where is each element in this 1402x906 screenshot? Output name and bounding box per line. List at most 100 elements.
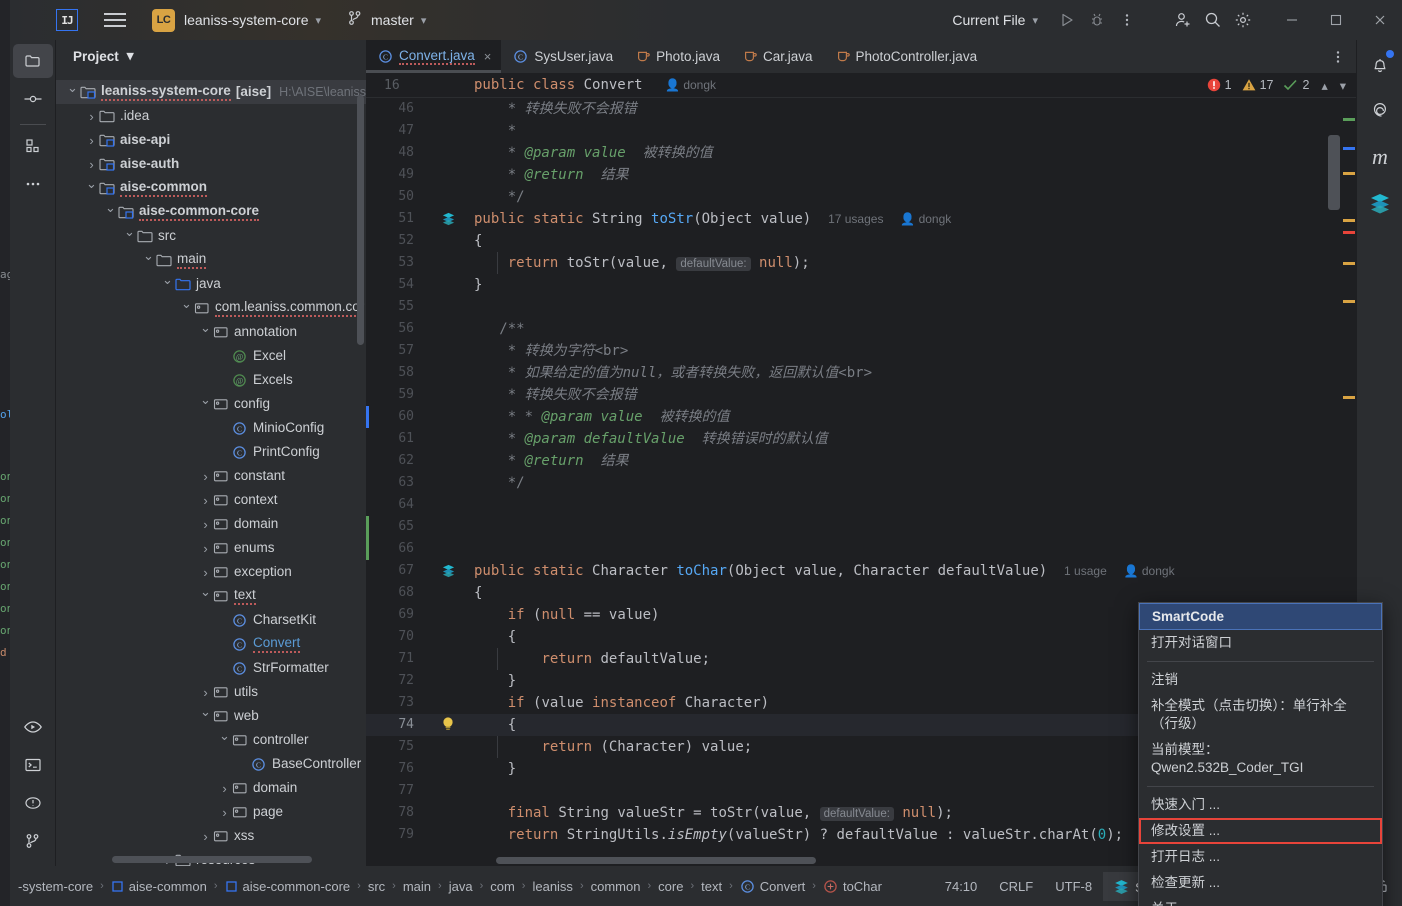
popup-menu-item-3[interactable]: 当前模型：Qwen2.532B_Coder_TGI bbox=[1139, 737, 1382, 781]
chevron-down-icon[interactable]: ▾ bbox=[1340, 78, 1346, 93]
project-tree-scrollbar[interactable] bbox=[357, 95, 364, 345]
tree-expander-31[interactable]: › bbox=[199, 829, 212, 844]
breadcrumb-item-aise-common[interactable]: aise-common bbox=[111, 879, 207, 894]
intention-bulb-icon[interactable] bbox=[441, 716, 455, 736]
tree-node-.idea[interactable]: › .idea bbox=[56, 104, 366, 128]
tree-node-charsetkit[interactable]: C CharsetKit bbox=[56, 608, 366, 632]
tree-node-web[interactable]: ⌄ web bbox=[56, 704, 366, 728]
chevron-down-icon[interactable]: ▾ bbox=[127, 48, 134, 64]
popup-menu-item-2[interactable]: 补全模式（点击切换）：单行补全（行级） bbox=[1139, 693, 1382, 737]
breadcrumb-item-main[interactable]: main bbox=[403, 879, 431, 894]
popup-item-list[interactable]: 打开对话窗口 注销 补全模式（点击切换）：单行补全（行级） 当前模型：Qwen2.53… bbox=[1139, 630, 1382, 906]
tree-expander-13[interactable]: ⌄ bbox=[199, 392, 212, 408]
project-tree[interactable]: ⌄ leaniss-system-core [aise] H:\AISE\leanis… bbox=[56, 80, 366, 866]
breadcrumb-item-text[interactable]: text bbox=[701, 879, 722, 894]
breadcrumb[interactable]: -system-core › aise-common › aise-common-cor… bbox=[10, 879, 882, 894]
vcs-branch-widget[interactable]: master ▾ bbox=[347, 10, 426, 31]
stripe-mark-2[interactable] bbox=[1343, 172, 1355, 175]
code-line-46[interactable]: 46 * 转换失败不会报错 bbox=[366, 98, 1356, 120]
code-line-51[interactable]: 51 public static String toStr(Object valu… bbox=[366, 208, 1356, 230]
tree-node-config[interactable]: ⌄ config bbox=[56, 392, 366, 416]
editor-scrollbar-thumb[interactable] bbox=[1328, 135, 1340, 210]
tree-expander-1[interactable]: › bbox=[85, 109, 98, 124]
tree-node-page[interactable]: › page bbox=[56, 800, 366, 824]
chevron-down-icon[interactable]: ▾ bbox=[1032, 14, 1038, 27]
code-line-58[interactable]: 58 * 如果给定的值为null，或者转换失败，返回默认值<br> bbox=[366, 362, 1356, 384]
tree-node-annotation[interactable]: ⌄ annotation bbox=[56, 320, 366, 344]
popup-menu-item-5[interactable]: 修改设置 ... bbox=[1139, 818, 1382, 844]
code-line-62[interactable]: 62 * @return 结果 bbox=[366, 450, 1356, 472]
tab-options-button[interactable] bbox=[1330, 40, 1356, 73]
code-line-68[interactable]: 68 { bbox=[366, 582, 1356, 604]
code-line-66[interactable]: 66 bbox=[366, 538, 1356, 560]
tree-node-excel[interactable]: @ Excel bbox=[56, 344, 366, 368]
tree-expander-20[interactable]: › bbox=[199, 565, 212, 580]
tree-expander-30[interactable]: › bbox=[218, 805, 231, 820]
bell-icon[interactable] bbox=[1360, 45, 1400, 85]
tab-photocontroller-java[interactable]: PhotoController.java bbox=[823, 40, 988, 73]
search-icon[interactable] bbox=[1198, 5, 1228, 35]
sidebar-item-more[interactable] bbox=[13, 167, 53, 201]
project-tree-hscrollbar[interactable] bbox=[112, 856, 312, 863]
caret-position[interactable]: 74:10 bbox=[934, 879, 989, 894]
smartcode-layers-icon[interactable] bbox=[1360, 183, 1400, 223]
tree-node-excels[interactable]: @ Excels bbox=[56, 368, 366, 392]
tree-node-xss[interactable]: › xss bbox=[56, 824, 366, 848]
chevron-up-icon[interactable]: ▴ bbox=[1321, 78, 1327, 93]
breadcrumb-item-core[interactable]: core bbox=[658, 879, 683, 894]
minimize-icon[interactable] bbox=[1270, 0, 1314, 40]
tab-car-java[interactable]: Car.java bbox=[730, 40, 823, 73]
tree-expander-25[interactable]: › bbox=[199, 685, 212, 700]
popup-menu-item-8[interactable]: 关于 bbox=[1139, 896, 1382, 906]
breadcrumb-item-java[interactable]: java bbox=[449, 879, 473, 894]
breadcrumb-item-com[interactable]: com bbox=[490, 879, 515, 894]
more-vertical-icon[interactable] bbox=[1112, 5, 1142, 35]
tree-expander-3[interactable]: › bbox=[85, 157, 98, 172]
code-line-63[interactable]: 63 */ bbox=[366, 472, 1356, 494]
hamburger-menu-icon[interactable] bbox=[104, 12, 126, 28]
tree-node-aise-api[interactable]: › aise-api bbox=[56, 128, 366, 152]
tab-convert-java[interactable]: C Convert.java × bbox=[366, 40, 502, 73]
stripe-mark-5[interactable] bbox=[1343, 262, 1355, 265]
tree-node-strformatter[interactable]: C StrFormatter bbox=[56, 656, 366, 680]
tree-node-domain[interactable]: › domain bbox=[56, 512, 366, 536]
tree-node-leaniss-system-core[interactable]: ⌄ leaniss-system-core [aise] H:\AISE\leanis… bbox=[56, 80, 366, 104]
tree-node-convert[interactable]: C Convert bbox=[56, 632, 366, 656]
sidebar-item-project[interactable] bbox=[13, 44, 53, 78]
breadcrumb-item-common[interactable]: common bbox=[591, 879, 641, 894]
popup-menu-item-0[interactable]: 打开对话窗口 bbox=[1139, 630, 1382, 656]
sidebar-item-commit[interactable] bbox=[13, 82, 53, 116]
smartcode-gutter-icon[interactable] bbox=[441, 211, 456, 230]
gear-icon[interactable] bbox=[1228, 5, 1258, 35]
tree-node-context[interactable]: › context bbox=[56, 488, 366, 512]
stripe-mark-1[interactable] bbox=[1343, 147, 1355, 150]
tree-expander-10[interactable]: ⌄ bbox=[199, 320, 212, 336]
tree-expander-29[interactable]: › bbox=[218, 781, 231, 796]
code-line-59[interactable]: 59 * 转换失败不会报错 bbox=[366, 384, 1356, 406]
code-line-47[interactable]: 47 * bbox=[366, 120, 1356, 142]
tab-photo-java[interactable]: Photo.java bbox=[623, 40, 730, 73]
sidebar-item-version-control[interactable] bbox=[13, 824, 53, 858]
code-line-54[interactable]: 54} bbox=[366, 274, 1356, 296]
project-name-label[interactable]: leaniss-system-core bbox=[184, 12, 308, 28]
file-encoding[interactable]: UTF-8 bbox=[1044, 879, 1103, 894]
code-line-50[interactable]: 50 */ bbox=[366, 186, 1356, 208]
tree-expander-27[interactable]: ⌄ bbox=[218, 728, 231, 744]
tree-expander-21[interactable]: ⌄ bbox=[199, 584, 212, 600]
tree-node-main[interactable]: ⌄ main bbox=[56, 248, 366, 272]
tree-node-src[interactable]: ⌄ src bbox=[56, 224, 366, 248]
tab-sysuser-java[interactable]: C SysUser.java bbox=[501, 40, 623, 73]
code-line-61[interactable]: 61 * @param defaultValue 转换错误时的默认值 bbox=[366, 428, 1356, 450]
tree-node-domain[interactable]: › domain bbox=[56, 776, 366, 800]
breadcrumb-item-leaniss[interactable]: leaniss bbox=[532, 879, 572, 894]
code-line-60[interactable]: 60 * * @param value 被转换的值 bbox=[366, 406, 1356, 428]
smartcode-popup-menu[interactable]: SmartCode 打开对话窗口 注销 补全模式（点击切换）：单行补全（行级） 当前模… bbox=[1138, 602, 1383, 906]
spiral-icon[interactable] bbox=[1360, 91, 1400, 131]
sidebar-item-structure[interactable] bbox=[13, 129, 53, 163]
tree-node-exception[interactable]: › exception bbox=[56, 560, 366, 584]
tree-expander-5[interactable]: ⌄ bbox=[104, 200, 117, 216]
breadcrumb-item-tochar[interactable]: toChar bbox=[823, 879, 882, 894]
sidebar-item-terminal[interactable] bbox=[13, 748, 53, 782]
tree-node-com.leaniss.common.cor[interactable]: ⌄ com.leaniss.common.cor bbox=[56, 296, 366, 320]
close-icon[interactable]: × bbox=[484, 49, 492, 64]
